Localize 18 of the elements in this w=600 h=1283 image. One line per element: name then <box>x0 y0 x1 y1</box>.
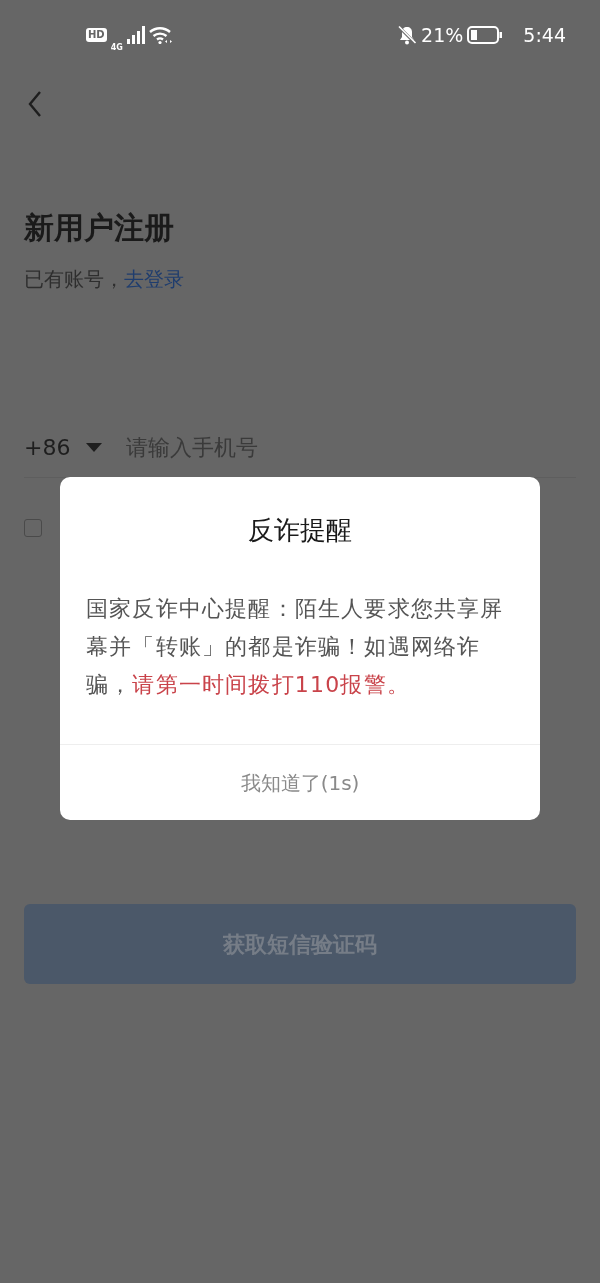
login-link[interactable]: 去登录 <box>124 264 184 294</box>
dropdown-caret-icon[interactable] <box>86 442 103 453</box>
network-type: 4G <box>110 41 123 54</box>
acknowledge-button[interactable]: 我知道了(1s) <box>60 744 540 821</box>
page-title: 新用户注册 <box>24 209 175 247</box>
subtitle-text: 已有账号， <box>24 266 124 293</box>
battery-percent: 21% <box>421 22 464 48</box>
agreement-checkbox[interactable] <box>24 519 42 537</box>
signal-icon <box>126 26 145 44</box>
bell-muted-icon <box>397 25 418 45</box>
dialog-title: 反诈提醒 <box>247 514 353 547</box>
wifi-icon <box>148 26 173 44</box>
clock-time: 5:44 <box>523 22 566 48</box>
hd-icon: HD <box>86 28 107 42</box>
battery-icon <box>467 25 504 45</box>
back-icon[interactable] <box>28 91 42 117</box>
country-code[interactable]: +86 <box>24 431 71 464</box>
dialog-message: 国家反诈中心提醒：陌生人要求您共享屏幕并「转账」的都是诈骗！如遇网络诈骗，请第一时间拨打110报警。 <box>85 595 505 700</box>
